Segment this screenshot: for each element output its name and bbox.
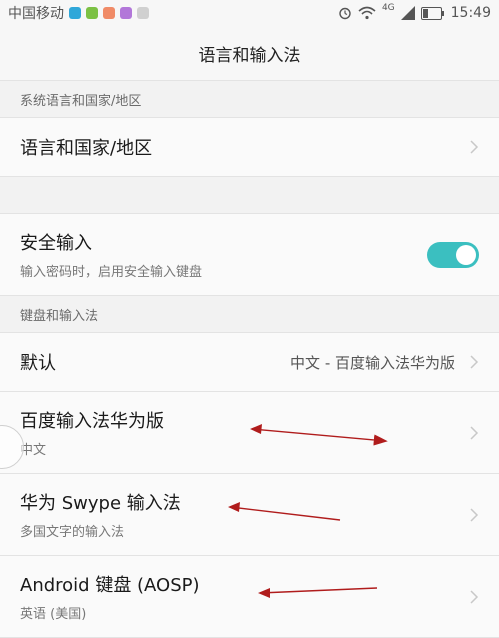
alarm-icon bbox=[339, 7, 351, 20]
keyboard-item-title: 华为 Swype 输入法 bbox=[20, 493, 181, 514]
section-header-keyboards: 键盘和输入法 bbox=[0, 296, 499, 332]
chevron-right-icon bbox=[470, 355, 479, 369]
status-bar: 中国移动 4G 15:49 bbox=[0, 0, 499, 26]
default-keyboard-label: 默认 bbox=[20, 353, 56, 374]
clock: 15:49 bbox=[450, 5, 491, 21]
app-notification-icon bbox=[103, 7, 115, 19]
app-notification-icon bbox=[137, 7, 149, 19]
app-notification-icon bbox=[86, 7, 98, 19]
keyboard-item-baidu[interactable]: 百度输入法华为版 中文 bbox=[0, 392, 499, 474]
chevron-right-icon bbox=[470, 589, 479, 604]
keyboard-item-subtitle: 英语 (美国) bbox=[20, 607, 87, 622]
secure-input-toggle[interactable] bbox=[427, 241, 479, 268]
app-notification-icon bbox=[69, 7, 81, 19]
chevron-right-icon bbox=[470, 425, 479, 440]
section-spacer bbox=[0, 177, 499, 214]
section-header-label: 系统语言和国家/地区 bbox=[20, 93, 142, 109]
secure-input-description: 输入密码时，启用安全输入键盘 bbox=[20, 265, 203, 280]
language-region-label: 语言和国家/地区 bbox=[20, 138, 153, 159]
toggle-knob bbox=[456, 244, 476, 265]
keyboard-item-title: Android 键盘 (AOSP) bbox=[20, 575, 200, 596]
section-header-label: 键盘和输入法 bbox=[20, 308, 99, 324]
network-type-label: 4G bbox=[381, 3, 395, 13]
signal-icon bbox=[400, 6, 415, 20]
title-bar: 语言和输入法 bbox=[0, 26, 499, 81]
keyboard-item-aosp[interactable]: Android 键盘 (AOSP) 英语 (美国) bbox=[0, 556, 499, 638]
chevron-right-icon bbox=[470, 507, 479, 522]
page-title: 语言和输入法 bbox=[198, 45, 301, 66]
keyboard-item-subtitle: 多国文字的输入法 bbox=[20, 525, 125, 540]
keyboard-item-swype[interactable]: 华为 Swype 输入法 多国文字的输入法 bbox=[0, 474, 499, 556]
chevron-right-icon bbox=[470, 140, 479, 154]
carrier-label: 中国移动 bbox=[8, 6, 64, 22]
keyboard-item-subtitle: 中文 bbox=[20, 443, 47, 458]
secure-input-item[interactable]: 安全输入 输入密码时，启用安全输入键盘 bbox=[0, 214, 499, 296]
battery-icon bbox=[420, 6, 444, 20]
default-keyboard-item[interactable]: 默认 中文 - 百度输入法华为版 bbox=[0, 332, 499, 392]
default-keyboard-value: 中文 - 百度输入法华为版 bbox=[290, 353, 455, 372]
keyboard-item-title: 百度输入法华为版 bbox=[20, 411, 164, 432]
secure-input-label: 安全输入 bbox=[20, 233, 92, 254]
wifi-icon bbox=[358, 6, 376, 20]
language-region-item[interactable]: 语言和国家/地区 bbox=[0, 117, 499, 177]
app-notification-icon bbox=[120, 7, 132, 19]
section-header-system-language: 系统语言和国家/地区 bbox=[0, 81, 499, 117]
